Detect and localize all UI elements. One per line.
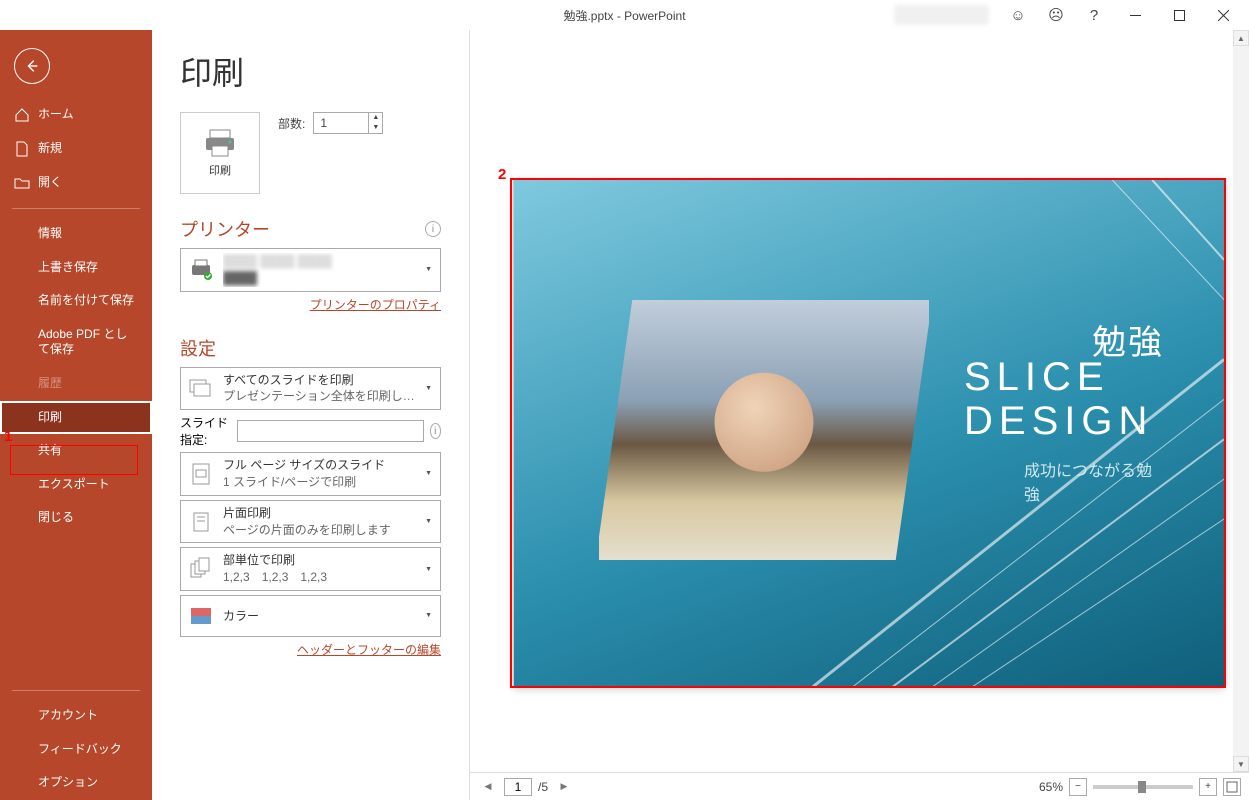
nav-adobepdf[interactable]: Adobe PDF として保存 <box>0 318 152 367</box>
face-frown-icon[interactable]: ☹ <box>1039 0 1073 30</box>
scroll-up-icon[interactable]: ▲ <box>1233 30 1249 46</box>
help-icon[interactable]: ? <box>1077 0 1111 30</box>
header-footer-link[interactable]: ヘッダーとフッターの編集 <box>180 641 441 658</box>
printer-heading: プリンター <box>180 216 270 242</box>
copies-spinner[interactable]: 1 ▲▼ <box>313 112 383 134</box>
nav-export[interactable]: エクスポート <box>0 468 152 502</box>
print-what-combo[interactable]: すべてのスライドを印刷プレゼンテーション全体を印刷し… ▼ <box>180 367 441 411</box>
zoom-out-button[interactable]: − <box>1069 778 1087 796</box>
file-icon <box>14 141 30 157</box>
preview-status-bar: ◀ /5 ▶ 65% − + <box>470 772 1249 800</box>
slide-preview: 勉強 SLICE DESIGN 成功につながる勉強 <box>513 179 1225 687</box>
copies-label: 部数: <box>278 115 305 132</box>
sides-combo[interactable]: 片面印刷ページの片面のみを印刷します ▼ <box>180 500 441 544</box>
settings-heading: 設定 <box>180 335 216 361</box>
annotation-2: 2 <box>498 166 506 183</box>
close-button[interactable] <box>1203 0 1243 30</box>
zoom-fit-button[interactable] <box>1223 778 1241 796</box>
scroll-down-icon[interactable]: ▼ <box>1233 756 1249 772</box>
chevron-down-icon: ▼ <box>423 266 434 273</box>
slide-image <box>596 300 933 560</box>
slides-all-icon <box>187 374 215 402</box>
nav-options[interactable]: オプション <box>0 766 152 800</box>
nav-saveas[interactable]: 名前を付けて保存 <box>0 284 152 318</box>
next-page-button[interactable]: ▶ <box>554 781 574 792</box>
preview-vertical-scrollbar[interactable]: ▲ ▼ <box>1233 30 1249 772</box>
nav-share[interactable]: 共有 <box>0 434 152 468</box>
page-title: 印刷 <box>180 48 441 94</box>
chevron-down-icon: ▼ <box>423 566 434 573</box>
back-button[interactable] <box>14 48 50 84</box>
collate-combo[interactable]: 部単位で印刷1,2,3 1,2,3 1,2,3 ▼ <box>180 547 441 591</box>
prev-page-button[interactable]: ◀ <box>478 781 498 792</box>
color-icon <box>187 602 215 630</box>
collate-icon <box>187 555 215 583</box>
copies-up[interactable]: ▲ <box>369 113 382 123</box>
zoom-percent[interactable]: 65% <box>1039 780 1063 794</box>
user-account-area[interactable] <box>894 5 989 25</box>
nav-home[interactable]: ホーム <box>0 98 152 132</box>
chevron-down-icon: ▼ <box>423 470 434 477</box>
layout-combo[interactable]: フル ページ サイズのスライド1 スライド/ページで印刷 ▼ <box>180 452 441 496</box>
page-total: /5 <box>538 780 548 794</box>
slide-subtitle: 成功につながる勉強 <box>1024 460 1164 508</box>
backstage-sidebar: ホーム 新規 開く 情報 上書き保存 名前を付けて保存 Adobe PDF とし… <box>0 30 152 800</box>
nav-close[interactable]: 閉じる <box>0 501 152 535</box>
chevron-down-icon: ▼ <box>423 518 434 525</box>
zoom-slider[interactable] <box>1093 785 1193 789</box>
nav-save[interactable]: 上書き保存 <box>0 251 152 285</box>
slide-spec-info-icon[interactable]: i <box>430 423 441 439</box>
nav-open[interactable]: 開く <box>0 166 152 200</box>
printer-combo[interactable]: ████ ████ ████████ ▼ <box>180 248 441 292</box>
nav-account[interactable]: アカウント <box>0 699 152 733</box>
zoom-in-button[interactable]: + <box>1199 778 1217 796</box>
folder-open-icon <box>14 175 30 191</box>
full-page-icon <box>187 460 215 488</box>
one-sided-icon <box>187 508 215 536</box>
color-combo[interactable]: カラー ▼ <box>180 595 441 637</box>
printer-icon <box>202 128 238 158</box>
nav-history: 履歴 <box>0 367 152 401</box>
copies-down[interactable]: ▼ <box>369 123 382 133</box>
print-button[interactable]: 印刷 <box>180 112 260 194</box>
annotation-1: 1 <box>4 428 12 445</box>
printer-info-icon[interactable]: i <box>425 221 441 237</box>
nav-feedback[interactable]: フィードバック <box>0 733 152 767</box>
printer-properties-link[interactable]: プリンターのプロパティ <box>180 296 441 313</box>
minimize-button[interactable] <box>1115 0 1155 30</box>
home-icon <box>14 107 30 123</box>
print-panel: 印刷 印刷 部数: 1 ▲▼ プリンター i <box>152 30 470 800</box>
slide-title-2: SLICE DESIGN <box>964 355 1164 443</box>
printer-small-icon <box>187 256 215 284</box>
chevron-down-icon: ▼ <box>423 612 434 619</box>
window-title: 勉強.pptx - PowerPoint <box>563 7 685 24</box>
page-number-input[interactable] <box>504 778 532 796</box>
maximize-button[interactable] <box>1159 0 1199 30</box>
title-bar: 勉強.pptx - PowerPoint ☺ ☹ ? <box>0 0 1249 30</box>
nav-new[interactable]: 新規 <box>0 132 152 166</box>
nav-info[interactable]: 情報 <box>0 217 152 251</box>
slide-spec-input[interactable] <box>237 420 424 442</box>
chevron-down-icon: ▼ <box>423 385 434 392</box>
slide-spec-label: スライド指定: <box>180 414 231 448</box>
face-smile-icon[interactable]: ☺ <box>1001 0 1035 30</box>
nav-print[interactable]: 印刷 <box>0 401 152 435</box>
